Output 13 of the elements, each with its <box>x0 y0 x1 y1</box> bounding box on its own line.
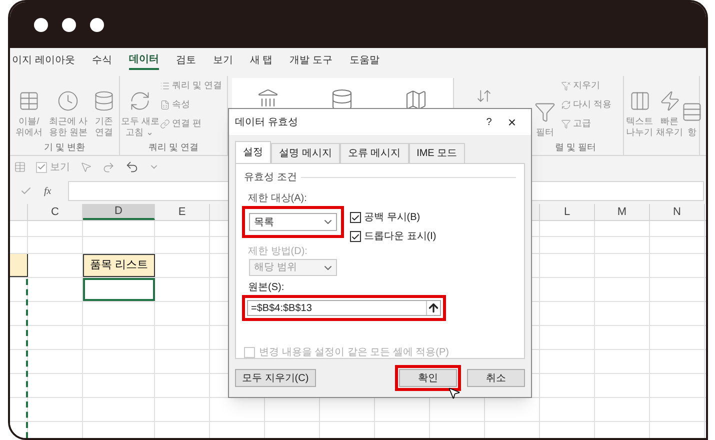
group-label: 쿼리 및 연결 <box>147 141 200 154</box>
group-label: 기 및 변환 <box>42 141 86 154</box>
checkbox-label: 변경 내용을 설정이 같은 모든 셀에 적용(P) <box>259 346 449 360</box>
group-label: 렬 및 필터 <box>554 141 597 154</box>
view-label: 보기 <box>50 160 70 174</box>
dialog-title: 데이터 유효성 <box>235 116 299 130</box>
field-label: 제한 대상(A): <box>248 192 308 206</box>
checkbox-label: 드롭다운 표시(I) <box>364 230 436 244</box>
checkbox-label: 공백 무시(B) <box>364 211 420 225</box>
table-cell: 품목 리스트 <box>83 254 155 277</box>
field-label: 제한 방법(D): <box>248 245 308 259</box>
section-title: 유효성 조건 <box>244 171 297 185</box>
field-label: 원본(S): <box>248 281 286 295</box>
